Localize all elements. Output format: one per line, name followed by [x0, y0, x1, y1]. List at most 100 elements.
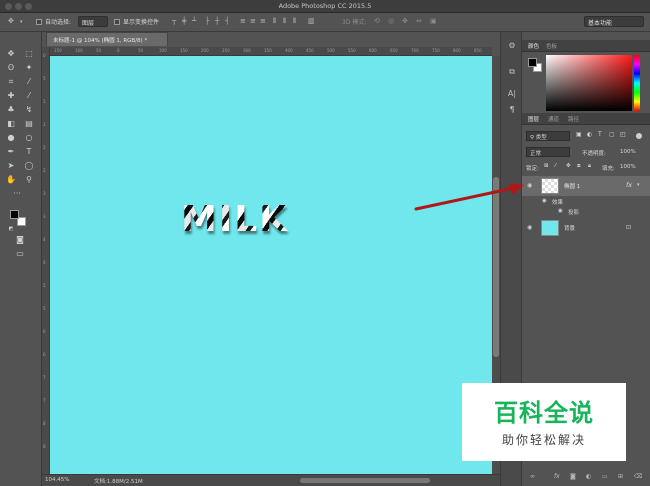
- distribute-hcenter-icon[interactable]: ⦀: [283, 17, 286, 26]
- auto-select-checkbox[interactable]: [36, 19, 42, 25]
- paragraph-panel-icon[interactable]: ¶: [506, 104, 518, 116]
- marquee-tool-icon[interactable]: ⬚: [22, 48, 36, 60]
- pen-tool-icon[interactable]: ✒: [4, 146, 18, 158]
- auto-select-dropdown[interactable]: 图层: [78, 16, 108, 27]
- show-transform-checkbox[interactable]: [114, 19, 120, 25]
- filter-pixel-icon[interactable]: ▣: [576, 131, 582, 138]
- character-panel-icon[interactable]: A|: [506, 88, 518, 100]
- align-vcenter-icon[interactable]: ╪: [182, 17, 186, 25]
- 3d-scale-icon[interactable]: ▣: [430, 17, 437, 25]
- hue-slider[interactable]: [634, 55, 640, 111]
- trash-icon[interactable]: ⌫: [634, 473, 642, 480]
- lock-artboard-icon[interactable]: ⧈: [577, 163, 581, 170]
- eyedropper-tool-icon[interactable]: ⁄: [22, 76, 36, 88]
- fill-value[interactable]: 100%: [620, 164, 636, 170]
- visibility-eye-icon[interactable]: ◉: [558, 208, 563, 214]
- auto-align-icon[interactable]: ▥: [308, 17, 315, 25]
- effects-row[interactable]: ◉ 效果: [522, 198, 650, 207]
- lock-position-icon[interactable]: ✥: [566, 163, 571, 169]
- effect-drop-shadow-row[interactable]: ◉ 投影: [522, 208, 650, 217]
- new-layer-icon[interactable]: ⊞: [618, 473, 623, 480]
- milk-text-layer[interactable]: MILK: [181, 199, 289, 240]
- move-tool-icon[interactable]: ✥: [4, 48, 18, 60]
- tab-layers[interactable]: 图层: [528, 115, 539, 123]
- document-canvas[interactable]: MILK: [50, 56, 492, 474]
- blend-mode-dropdown[interactable]: 正常: [526, 147, 570, 157]
- horizontal-scroll-thumb[interactable]: [300, 478, 430, 483]
- healing-brush-tool-icon[interactable]: ✚: [4, 90, 18, 102]
- layer-row-background[interactable]: ◉ 背景 ⊡: [522, 218, 650, 238]
- foreground-color-swatch[interactable]: [10, 210, 19, 219]
- new-adjustment-icon[interactable]: ◐: [586, 473, 591, 480]
- tab-color[interactable]: 颜色: [528, 42, 539, 50]
- history-panel-icon[interactable]: ⚙: [506, 40, 518, 52]
- more-tools-icon[interactable]: ···: [10, 188, 24, 200]
- new-group-icon[interactable]: ▭: [602, 473, 608, 480]
- add-mask-icon[interactable]: ◙: [570, 473, 576, 480]
- align-right-icon[interactable]: ┤: [225, 17, 229, 25]
- tab-channels[interactable]: 通道: [548, 115, 559, 123]
- eraser-tool-icon[interactable]: ◧: [4, 118, 18, 130]
- filter-type-icon[interactable]: T: [598, 131, 602, 138]
- type-tool-icon[interactable]: T: [22, 146, 36, 158]
- hand-tool-icon[interactable]: ✋: [4, 174, 18, 186]
- align-left-icon[interactable]: ├: [205, 17, 209, 25]
- align-hcenter-icon[interactable]: ┼: [215, 17, 219, 25]
- path-selection-tool-icon[interactable]: ➤: [4, 160, 18, 172]
- annotation-arrow: [414, 183, 524, 211]
- chevron-down-icon[interactable]: ▾: [637, 182, 640, 188]
- quick-mask-icon[interactable]: ◙: [13, 234, 27, 246]
- add-style-icon[interactable]: fx: [554, 473, 560, 480]
- properties-panel-icon[interactable]: ⧉: [506, 66, 518, 78]
- workspace-dropdown[interactable]: 基本功能: [584, 16, 644, 27]
- lasso-tool-icon[interactable]: ʘ: [4, 62, 18, 74]
- 3d-slide-icon[interactable]: ⇔: [416, 17, 422, 25]
- zoom-tool-icon[interactable]: ⚲: [22, 174, 36, 186]
- layer-row-ellipse[interactable]: ◉ 椭圆 1 fx ▾: [522, 176, 650, 196]
- screen-mode-icon[interactable]: ▭: [13, 248, 27, 260]
- distribute-bottom-icon[interactable]: ≡: [260, 17, 266, 25]
- distribute-left-icon[interactable]: ⦀: [273, 17, 276, 26]
- filter-adjustment-icon[interactable]: ◐: [587, 131, 592, 138]
- layer-filter-dropdown[interactable]: ⚲ 类型: [526, 131, 570, 141]
- dodge-tool-icon[interactable]: ○: [22, 132, 36, 144]
- magic-wand-tool-icon[interactable]: ✦: [22, 62, 36, 74]
- filter-toggle-icon[interactable]: [636, 133, 642, 139]
- clone-stamp-tool-icon[interactable]: ♣: [4, 104, 18, 116]
- distribute-right-icon[interactable]: ⦀: [293, 17, 296, 26]
- opacity-value[interactable]: 100%: [620, 149, 636, 155]
- 3d-orbit-icon[interactable]: ⟲: [374, 17, 380, 25]
- 3d-pan-icon[interactable]: ✥: [402, 17, 408, 25]
- chevron-down-icon[interactable]: ▾: [20, 19, 23, 25]
- tab-paths[interactable]: 路径: [568, 115, 579, 123]
- gradient-tool-icon[interactable]: ▤: [22, 118, 36, 130]
- move-tool-icon[interactable]: ✥: [8, 17, 14, 25]
- lock-pixels-icon[interactable]: ⁄: [555, 163, 556, 169]
- ruler-tick-label: 7: [43, 375, 46, 380]
- filter-smart-object-icon[interactable]: ◰: [620, 131, 626, 138]
- document-tab[interactable]: 未标题-1 @ 104% (椭圆 1, RGB/8) *: [46, 32, 168, 46]
- blur-tool-icon[interactable]: ●: [4, 132, 18, 144]
- brush-tool-icon[interactable]: ⁄: [22, 90, 36, 102]
- lock-transparent-icon[interactable]: ⊠: [544, 163, 549, 169]
- fx-icon[interactable]: fx: [626, 181, 632, 189]
- visibility-eye-icon[interactable]: ◉: [542, 198, 547, 204]
- color-picker-field[interactable]: [546, 55, 632, 111]
- align-top-icon[interactable]: ┬: [172, 17, 176, 25]
- zoom-level[interactable]: 104.45%: [45, 477, 69, 483]
- distribute-vcenter-icon[interactable]: ≡: [250, 17, 256, 25]
- distribute-top-icon[interactable]: ≡: [240, 17, 246, 25]
- 3d-roll-icon[interactable]: ◎: [388, 17, 394, 25]
- history-brush-tool-icon[interactable]: ↯: [22, 104, 36, 116]
- tab-swatches[interactable]: 色板: [546, 42, 557, 50]
- filter-shape-icon[interactable]: ▢: [609, 131, 615, 138]
- color-panel-foreground-swatch[interactable]: [528, 58, 537, 67]
- visibility-eye-icon[interactable]: ◉: [527, 182, 532, 189]
- lock-all-icon[interactable]: 🔒︎: [588, 163, 591, 170]
- ruler-tick-label: 1: [43, 99, 46, 104]
- ellipse-tool-icon[interactable]: ◯: [22, 160, 36, 172]
- crop-tool-icon[interactable]: ⌗: [4, 76, 18, 88]
- align-bottom-icon[interactable]: ┴: [192, 17, 196, 25]
- link-layers-icon[interactable]: ∞: [530, 473, 535, 480]
- visibility-eye-icon[interactable]: ◉: [527, 224, 532, 231]
